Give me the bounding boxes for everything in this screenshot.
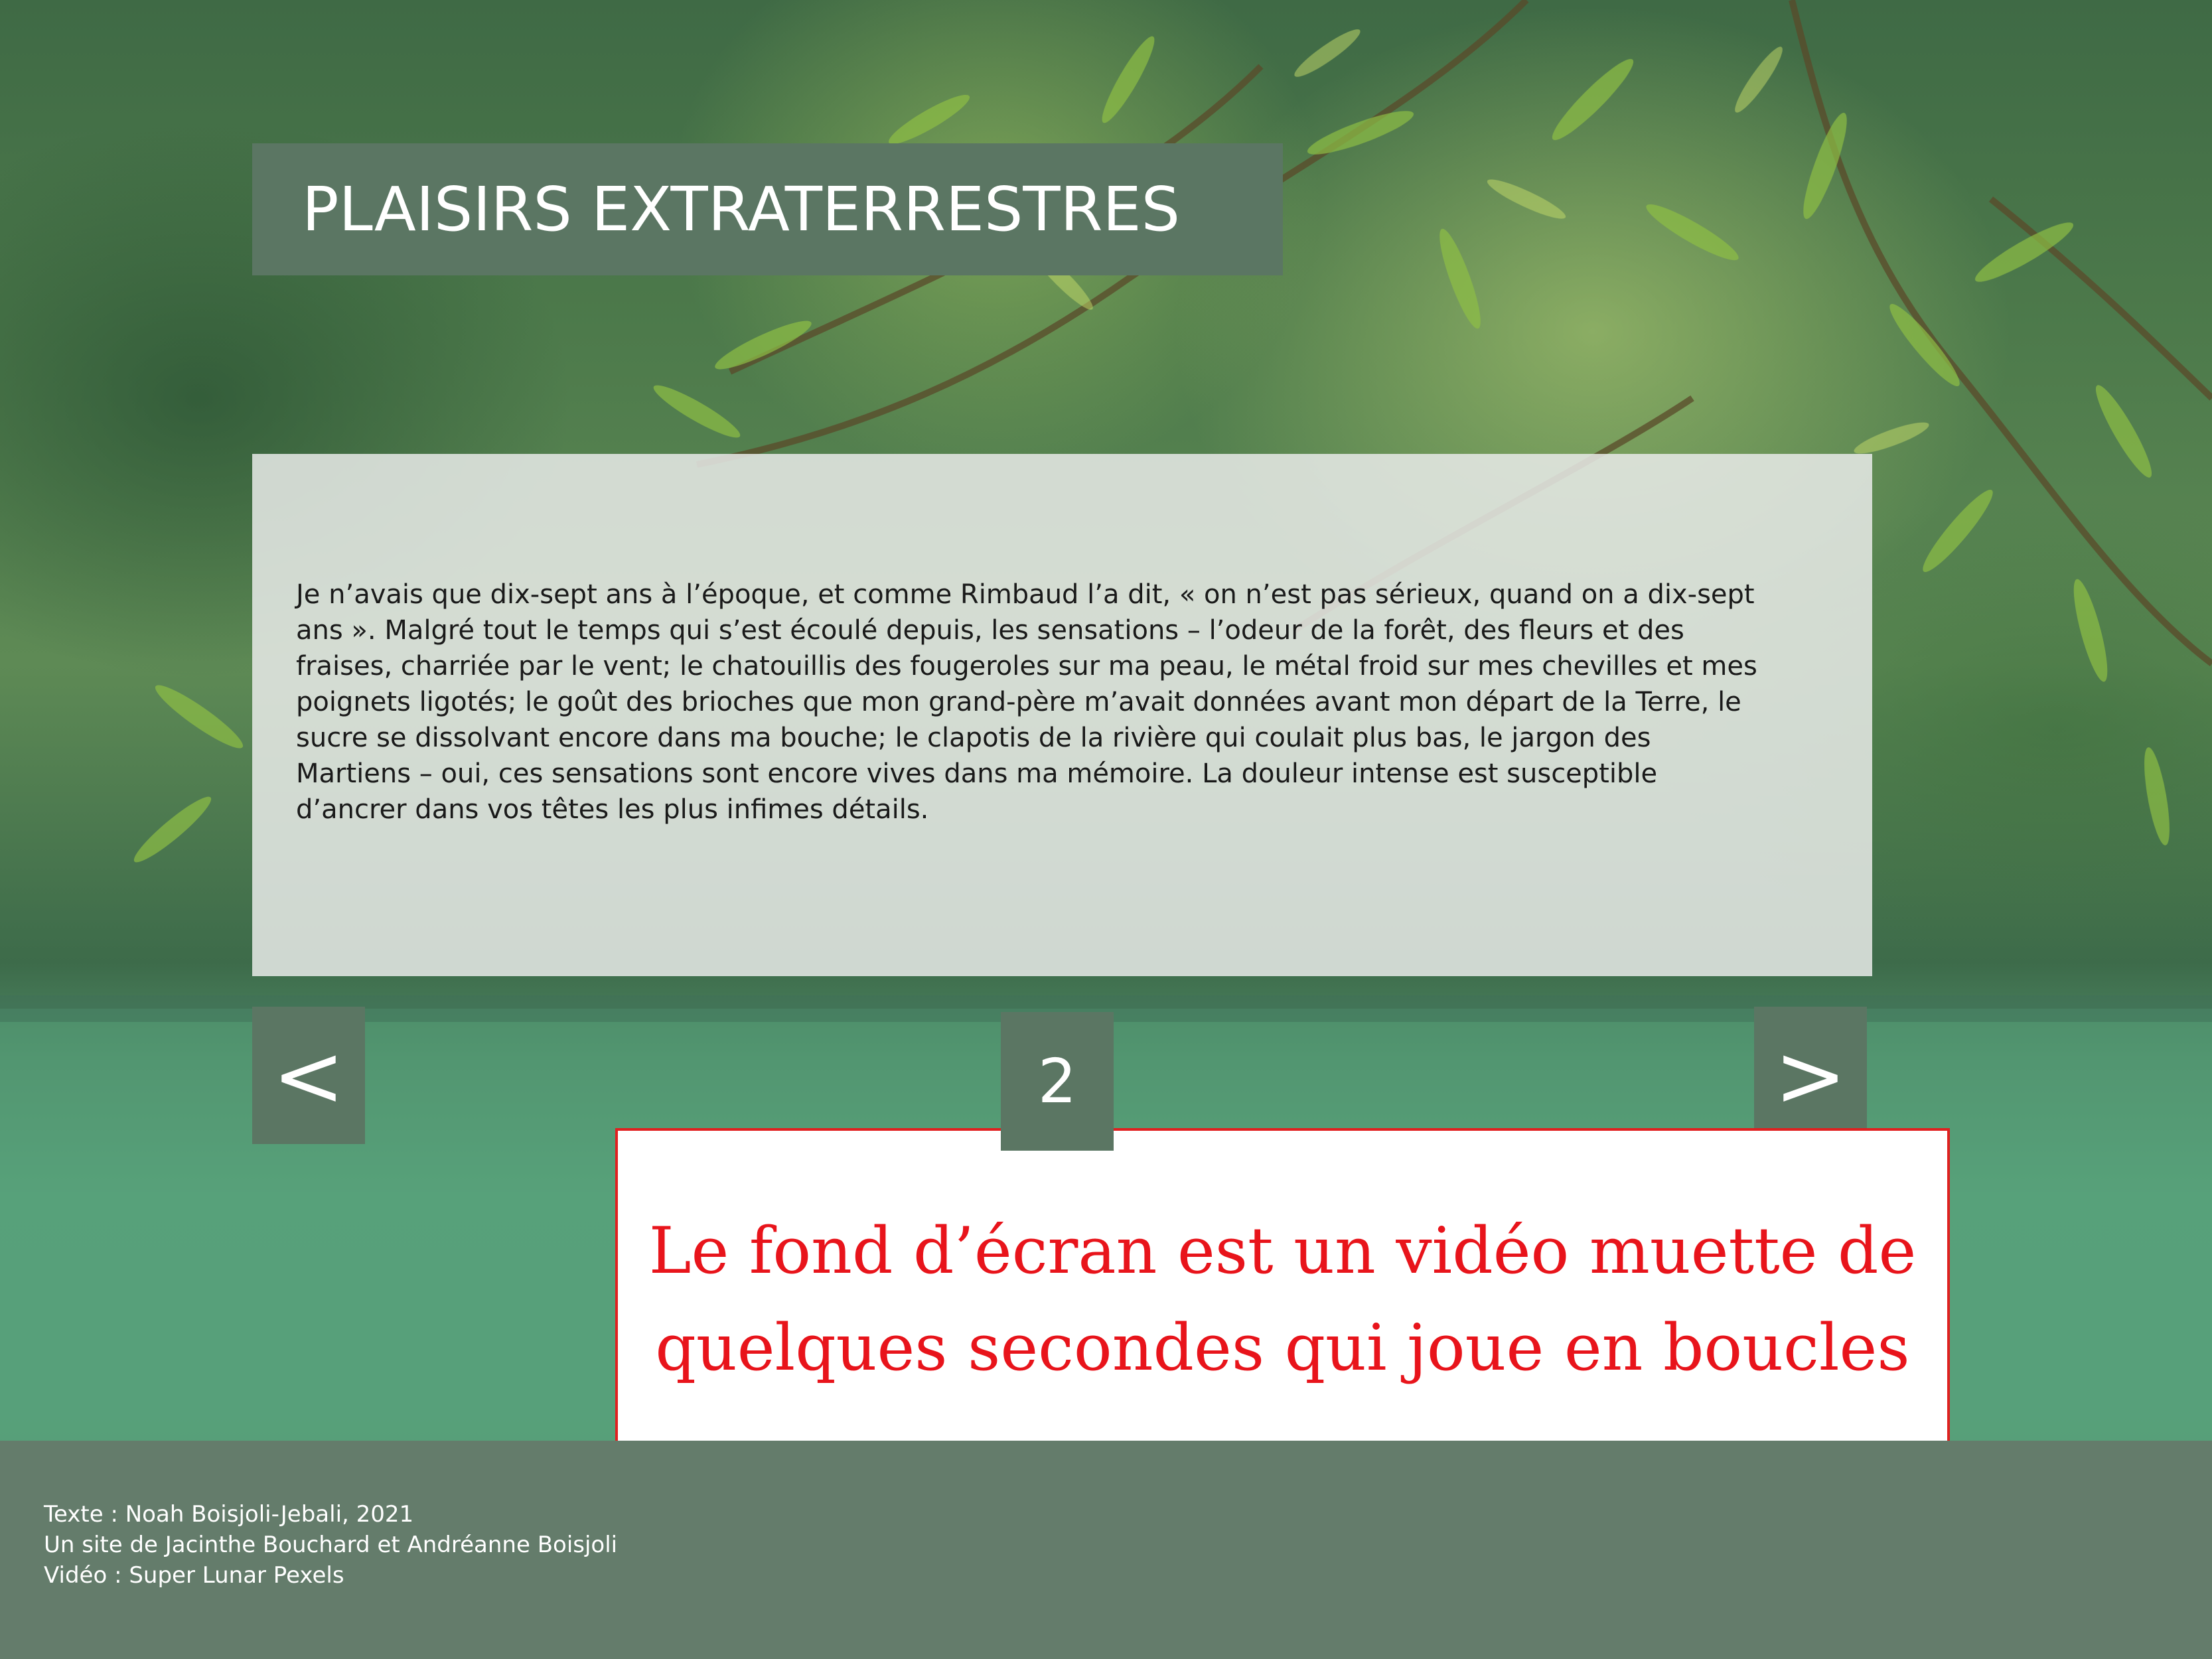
chevron-left-icon: < — [272, 1025, 345, 1126]
footer-credits: Texte : Noah Boisjoli-Jebali, 2021 Un si… — [44, 1499, 617, 1591]
page-number-indicator: 2 — [1001, 1012, 1114, 1151]
site-footer: Texte : Noah Boisjoli-Jebali, 2021 Un si… — [0, 1441, 2212, 1659]
page-title-banner: PLAISIRS EXTRATERRESTRES — [252, 143, 1283, 275]
annotation-line-1: Le fond d’écran est un vidéo muette de — [648, 1213, 1917, 1288]
previous-page-button[interactable]: < — [252, 1007, 365, 1144]
annotation-note: Le fond d’écran est un vidéo muette de q… — [615, 1128, 1950, 1443]
story-panel: Je n’avais que dix-sept ans à l’époque, … — [252, 454, 1872, 976]
footer-credit-text: Texte : Noah Boisjoli-Jebali, 2021 — [44, 1501, 414, 1528]
page-number: 2 — [1037, 1046, 1077, 1117]
page-title: PLAISIRS EXTRATERRESTRES — [302, 174, 1181, 245]
story-paragraph: Je n’avais que dix-sept ans à l’époque, … — [296, 579, 1757, 825]
annotation-text: Le fond d’écran est un vidéo muette de q… — [636, 1176, 1930, 1396]
chevron-right-icon: > — [1774, 1025, 1847, 1126]
footer-credit-video: Vidéo : Super Lunar Pexels — [44, 1562, 344, 1589]
annotation-line-2: quelques secondes qui joue en boucles — [655, 1310, 1910, 1385]
next-page-button[interactable]: > — [1754, 1007, 1867, 1144]
footer-credit-site: Un site de Jacinthe Bouchard et Andréann… — [44, 1532, 618, 1558]
